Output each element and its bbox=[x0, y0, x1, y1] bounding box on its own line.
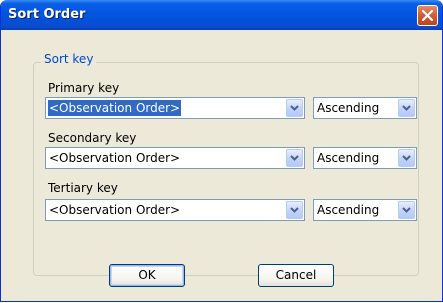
primary-key-order-dropdown-button[interactable] bbox=[398, 99, 415, 117]
primary-key-field-value: <Observation Order> bbox=[48, 100, 182, 116]
tertiary-key-order-value: Ascending bbox=[317, 203, 380, 217]
tertiary-key-label: Tertiary key bbox=[48, 181, 118, 195]
sort-order-dialog: Sort Order Sort key Primary key <Observa… bbox=[0, 0, 443, 302]
primary-key-field-dropdown-button[interactable] bbox=[286, 99, 303, 117]
cancel-button[interactable]: Cancel bbox=[258, 264, 334, 287]
ok-button[interactable]: OK bbox=[109, 264, 185, 287]
primary-key-label: Primary key bbox=[48, 81, 120, 95]
secondary-key-order-select[interactable]: Ascending bbox=[313, 147, 417, 169]
chevron-down-icon bbox=[290, 155, 299, 161]
secondary-key-field-select[interactable]: <Observation Order> bbox=[45, 147, 305, 169]
title-bar[interactable]: Sort Order bbox=[1, 0, 442, 30]
tertiary-key-order-dropdown-button[interactable] bbox=[398, 201, 415, 219]
secondary-key-order-value: Ascending bbox=[317, 151, 380, 165]
secondary-key-field-value: <Observation Order> bbox=[49, 151, 181, 165]
chevron-down-icon bbox=[290, 207, 299, 213]
close-button[interactable] bbox=[417, 5, 438, 26]
tertiary-key-order-select[interactable]: Ascending bbox=[313, 199, 417, 221]
tertiary-key-field-dropdown-button[interactable] bbox=[286, 201, 303, 219]
secondary-key-order-dropdown-button[interactable] bbox=[398, 149, 415, 167]
chevron-down-icon bbox=[290, 105, 299, 111]
tertiary-key-field-select[interactable]: <Observation Order> bbox=[45, 199, 305, 221]
dialog-body: Sort key Primary key <Observation Order>… bbox=[4, 30, 439, 298]
secondary-key-field-dropdown-button[interactable] bbox=[286, 149, 303, 167]
secondary-key-label: Secondary key bbox=[48, 131, 137, 145]
primary-key-field-select[interactable]: <Observation Order> bbox=[45, 97, 305, 119]
group-title: Sort key bbox=[41, 52, 97, 66]
close-icon bbox=[422, 10, 433, 21]
chevron-down-icon bbox=[402, 155, 411, 161]
tertiary-key-field-value: <Observation Order> bbox=[49, 203, 181, 217]
chevron-down-icon bbox=[402, 105, 411, 111]
chevron-down-icon bbox=[402, 207, 411, 213]
window-title: Sort Order bbox=[8, 7, 86, 22]
primary-key-order-select[interactable]: Ascending bbox=[313, 97, 417, 119]
primary-key-order-value: Ascending bbox=[317, 101, 380, 115]
